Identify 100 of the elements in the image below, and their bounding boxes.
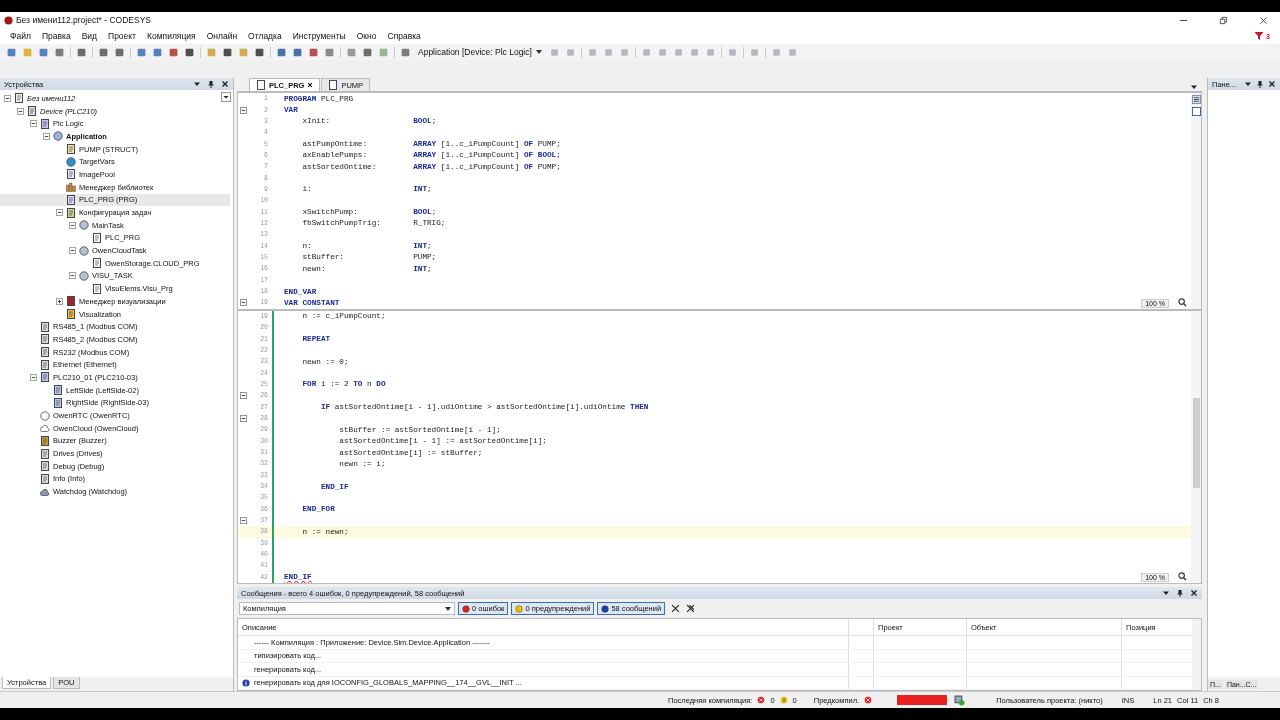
warning-icon (515, 604, 524, 613)
collapse-icon[interactable] (239, 392, 247, 400)
collapse-icon[interactable] (239, 517, 247, 525)
expander-icon[interactable] (69, 272, 76, 280)
outline-icon[interactable] (1191, 107, 1201, 116)
dropdown-icon[interactable] (1162, 589, 1170, 597)
port-icon (40, 347, 50, 358)
port-icon (40, 473, 50, 484)
document-icon (92, 258, 102, 269)
document-icon (328, 80, 339, 90)
menu-item[interactable]: Онлайн (206, 31, 238, 41)
expander-icon[interactable] (4, 94, 11, 102)
task-icon (79, 245, 89, 256)
device-icon (27, 106, 37, 117)
menu-item[interactable]: Инструменты (292, 31, 346, 41)
expander-icon[interactable] (56, 297, 63, 305)
info-icon (601, 604, 610, 613)
expander-icon[interactable] (43, 132, 50, 140)
dropdown-icon[interactable] (221, 92, 231, 102)
expander-icon[interactable] (30, 120, 37, 128)
toolbox-icon (66, 296, 76, 307)
pin-icon[interactable] (1176, 589, 1184, 597)
pin-icon[interactable] (1256, 80, 1265, 88)
scrollbar[interactable] (1192, 619, 1201, 690)
document-icon (66, 194, 76, 205)
close-icon[interactable] (221, 80, 229, 88)
document-icon (92, 283, 102, 294)
dropdown-icon[interactable] (193, 80, 201, 88)
zoom-icon[interactable] (1178, 297, 1187, 307)
pin-icon[interactable] (207, 80, 215, 88)
tasks-icon (66, 207, 76, 218)
tool-icon[interactable] (400, 46, 411, 58)
error-icon (757, 696, 766, 704)
menu-item[interactable]: Окно (356, 31, 377, 41)
scrollbar[interactable] (1191, 310, 1201, 583)
restore-icon[interactable] (1219, 15, 1228, 25)
speaker-icon (40, 435, 50, 446)
cloud-icon (40, 423, 50, 434)
tool-icon[interactable] (292, 46, 303, 58)
tool-icon[interactable] (324, 46, 335, 58)
expander-icon[interactable] (69, 247, 76, 255)
tool-icon[interactable] (254, 46, 265, 58)
expander-icon[interactable] (17, 107, 24, 115)
task-icon (79, 270, 89, 281)
tool-icon[interactable] (98, 46, 109, 58)
menu-item[interactable]: Отладка (248, 31, 282, 41)
filter-icon[interactable] (1254, 31, 1265, 41)
collapse-icon[interactable] (239, 106, 247, 114)
expander-icon[interactable] (30, 373, 37, 381)
collapse-icon[interactable] (239, 299, 247, 307)
info-icon (242, 678, 250, 687)
collapse-icon[interactable] (239, 415, 247, 422)
menu-item[interactable]: Файл (10, 31, 31, 41)
dropdown-icon[interactable] (1244, 80, 1253, 88)
module-icon (53, 385, 63, 396)
tool-icon[interactable] (362, 46, 373, 58)
close-icon[interactable] (1259, 15, 1268, 25)
outline-icon[interactable] (1191, 95, 1201, 104)
application-selector[interactable]: Application [Device: Plc Logic] (414, 47, 546, 57)
module-icon (53, 397, 63, 408)
clear-all-icon[interactable] (686, 604, 696, 613)
window-title: Без имени112.project* - CODESYS (16, 15, 151, 25)
screen-icon (66, 309, 76, 320)
tool-icon[interactable] (114, 46, 125, 58)
caret-icon (445, 606, 451, 611)
tool-icon[interactable] (308, 46, 319, 58)
tool-icon[interactable] (54, 46, 65, 58)
menu-item[interactable]: Вид (81, 31, 97, 41)
tool-icon[interactable] (6, 46, 17, 58)
tool-icon[interactable] (136, 46, 147, 58)
expander-icon[interactable] (56, 209, 63, 217)
tool-icon[interactable] (184, 46, 195, 58)
scrollbar[interactable] (1191, 93, 1201, 309)
menu-item[interactable]: Правка (41, 31, 71, 41)
status-indicator (897, 695, 948, 705)
clock-icon (40, 410, 50, 421)
menu-item[interactable]: Компиляция (147, 31, 196, 41)
chip-icon (40, 118, 50, 129)
close-icon[interactable] (307, 82, 314, 88)
error-icon (864, 696, 873, 704)
tool-icon[interactable] (222, 46, 233, 58)
globe-icon (66, 156, 76, 167)
port-icon (40, 461, 50, 472)
tool-icon[interactable] (276, 46, 287, 58)
image-icon (66, 169, 76, 180)
port-icon (40, 321, 50, 332)
close-icon[interactable] (1190, 589, 1198, 597)
menu-item[interactable]: Справка (387, 31, 421, 41)
close-icon[interactable] (1268, 80, 1276, 88)
scrollbar-thumb[interactable] (1192, 397, 1200, 488)
zoom-icon[interactable] (1178, 572, 1187, 581)
network-icon[interactable] (954, 694, 966, 706)
tool-icon[interactable] (38, 46, 49, 58)
tool-icon[interactable] (168, 46, 179, 58)
tool-icon[interactable] (76, 46, 87, 58)
menu-item[interactable]: Проект (108, 31, 136, 41)
tool-icon[interactable] (152, 46, 163, 58)
error-icon (462, 604, 470, 613)
expander-icon[interactable] (69, 221, 76, 229)
clear-icon[interactable] (671, 604, 681, 613)
